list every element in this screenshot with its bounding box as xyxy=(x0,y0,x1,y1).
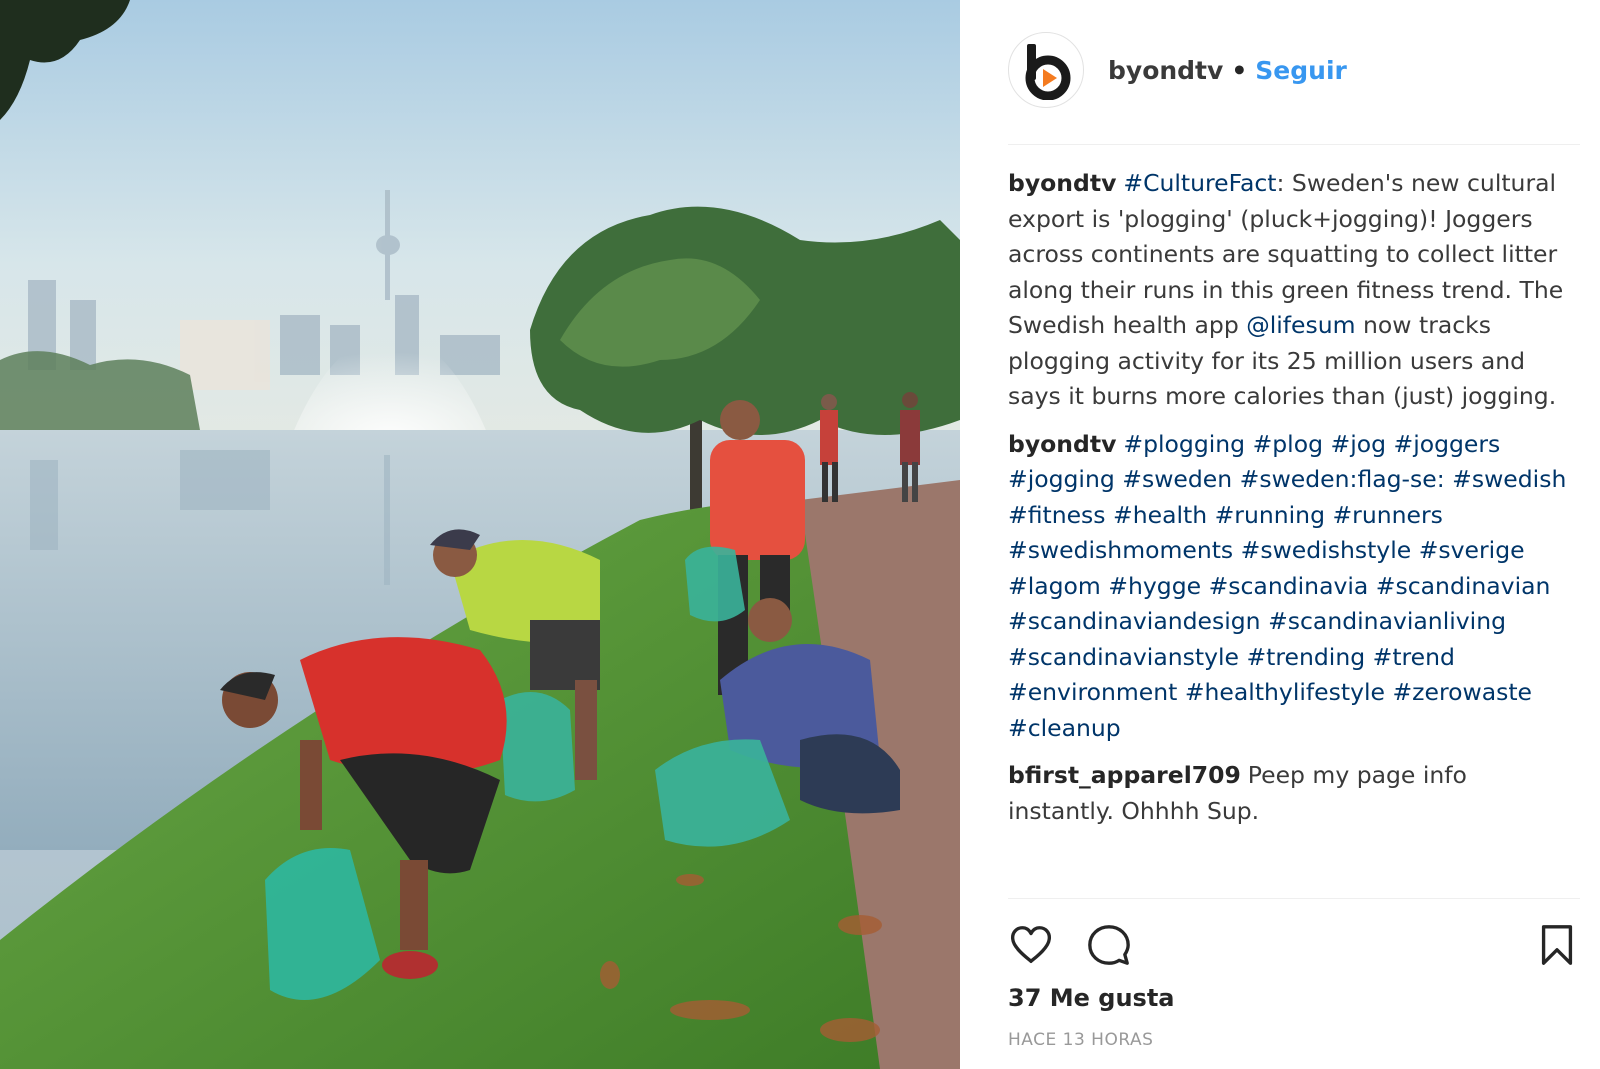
caption-comment: byondtv #CultureFact: Sweden's new cultur… xyxy=(1008,166,1580,415)
hashtag-link[interactable]: #fitness xyxy=(1008,501,1106,529)
save-button[interactable] xyxy=(1534,922,1580,968)
caption-text: #CultureFact: Sweden's new cultural expo… xyxy=(1008,169,1563,410)
hashtag-link[interactable]: #joggers xyxy=(1394,430,1501,458)
hashtag-link[interactable]: #jog xyxy=(1331,430,1387,458)
comments-section: byondtv #CultureFact: Sweden's new cultur… xyxy=(1008,166,1580,841)
hashtag-link[interactable]: #trend xyxy=(1373,643,1455,671)
actions-divider xyxy=(1008,898,1580,899)
hashtag-link[interactable]: #health xyxy=(1113,501,1207,529)
hashtag-link[interactable]: #swedish xyxy=(1452,465,1566,493)
post-sidebar: byondtv • Seguir byondtv #CultureFact: Sw… xyxy=(960,0,1600,1069)
hashtag-link[interactable]: #scandinavia xyxy=(1209,572,1369,600)
like-button[interactable] xyxy=(1008,922,1054,968)
avatar[interactable] xyxy=(1008,32,1084,108)
post-header: byondtv • Seguir xyxy=(1008,30,1347,110)
byondtv-logo-icon xyxy=(1025,44,1071,100)
heart-icon xyxy=(1011,926,1051,963)
hashtag-link[interactable]: #environment xyxy=(1008,678,1177,706)
hashtag-link[interactable]: #scandinaviandesign xyxy=(1008,607,1261,635)
user-comment-username[interactable]: bfirst_apparel709 xyxy=(1008,761,1241,789)
comment-button[interactable] xyxy=(1086,922,1132,968)
hashtag-link[interactable]: #CultureFact xyxy=(1123,169,1276,197)
hashtag-link[interactable]: #jogging xyxy=(1008,465,1115,493)
follow-button[interactable]: Seguir xyxy=(1255,56,1347,85)
mention-link[interactable]: @lifesum xyxy=(1246,311,1355,339)
hashtag-list: #plogging #plog #jog #joggers #jogging #… xyxy=(1008,430,1566,742)
hashtag-link[interactable]: #scandinavianliving xyxy=(1268,607,1506,635)
hashtag-link[interactable]: #trending xyxy=(1246,643,1365,671)
hashtag-comment-username[interactable]: byondtv xyxy=(1008,430,1116,458)
hashtag-link[interactable]: #plog xyxy=(1253,430,1323,458)
comment-bubble-icon xyxy=(1088,925,1130,965)
hashtag-link[interactable]: #cleanup xyxy=(1008,714,1121,742)
hashtag-link[interactable]: #hygge xyxy=(1108,572,1201,600)
hashtag-link[interactable]: #scandinavian xyxy=(1376,572,1551,600)
hashtag-link[interactable]: #scandinavianstyle xyxy=(1008,643,1239,671)
post-photo[interactable] xyxy=(0,0,960,1069)
hashtag-link[interactable]: #healthylifestyle xyxy=(1185,678,1385,706)
hashtag-link[interactable]: #sweden xyxy=(1122,465,1232,493)
caption-username[interactable]: byondtv xyxy=(1008,169,1116,197)
hashtag-link[interactable]: #lagom xyxy=(1008,572,1101,600)
post-timestamp[interactable]: HACE 13 HORAS xyxy=(1008,1030,1153,1050)
hashtag-link[interactable]: #runners xyxy=(1332,501,1442,529)
hashtag-comment: byondtv #plogging #plog #jog #joggers #jo… xyxy=(1008,427,1580,747)
user-comment: bfirst_apparel709 Peep my page info insta… xyxy=(1008,758,1580,829)
hashtag-link[interactable]: #running xyxy=(1215,501,1325,529)
author-username[interactable]: byondtv xyxy=(1108,56,1223,85)
hashtag-link[interactable]: #sweden:flag-se: xyxy=(1240,465,1445,493)
action-bar xyxy=(1008,916,1580,976)
hashtag-link[interactable]: #zerowaste xyxy=(1392,678,1532,706)
like-count[interactable]: 37 Me gusta xyxy=(1008,984,1175,1012)
hashtag-link[interactable]: #sverige xyxy=(1419,536,1525,564)
hashtag-link[interactable]: #swedishstyle xyxy=(1241,536,1412,564)
plogging-photo-illustration xyxy=(0,0,960,1069)
bookmark-icon xyxy=(1541,925,1573,965)
hashtag-link[interactable]: #plogging xyxy=(1123,430,1245,458)
hashtag-link[interactable]: #swedishmoments xyxy=(1008,536,1233,564)
header-divider xyxy=(1008,144,1580,145)
separator-dot: • xyxy=(1231,55,1248,85)
